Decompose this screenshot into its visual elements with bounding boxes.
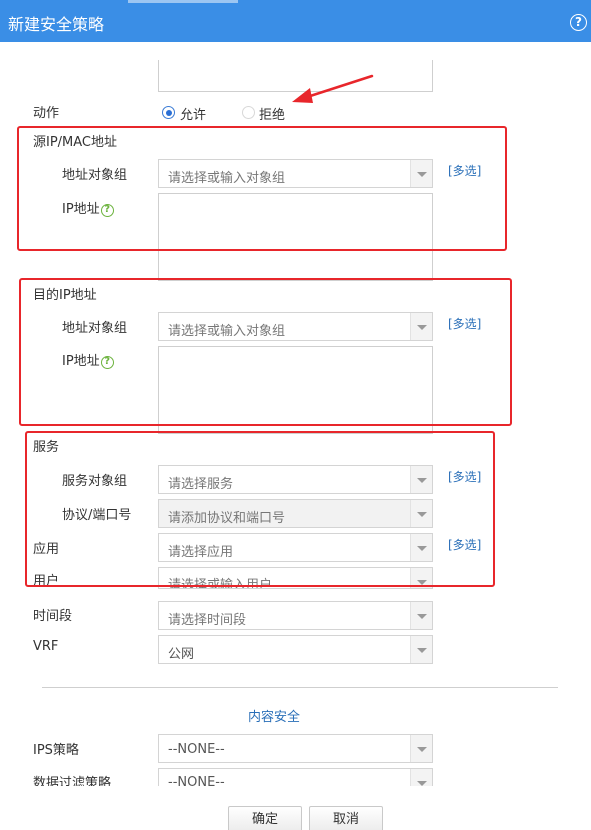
ips-policy-value: --NONE-- [168,742,225,757]
time-range-placeholder: 请选择时间段 [168,613,247,628]
section-divider [42,687,558,688]
chevron-down-icon[interactable] [410,735,432,762]
service-highlight-box [25,431,495,587]
annotation-arrow [292,74,374,103]
action-allow-radio[interactable] [162,106,175,119]
source-highlight-box [17,126,507,251]
vrf-label: VRF [33,639,59,654]
chevron-down-icon[interactable] [410,769,432,786]
action-deny-radio[interactable] [242,106,255,119]
time-range-select[interactable]: 请选择时间段 [158,601,433,630]
chevron-down-icon[interactable] [410,636,432,663]
action-allow-label[interactable]: 允许 [180,104,206,123]
action-label: 动作 [33,106,60,121]
title-bar-accent [128,0,238,3]
ok-button[interactable]: 确定 [228,806,302,830]
data-filter-policy-value: --NONE-- [168,775,225,786]
data-filter-policy-select[interactable]: --NONE-- [158,768,433,786]
destination-highlight-box [19,278,512,426]
ips-policy-label: IPS策略 [33,743,79,758]
content-security-heading: 内容安全 [248,710,301,725]
action-deny-label[interactable]: 拒绝 [259,104,285,123]
data-filter-policy-label: 数据过滤策略 [33,776,112,786]
chevron-down-icon[interactable] [410,602,432,629]
help-icon[interactable]: ? [570,14,587,31]
cancel-button[interactable]: 取消 [309,806,383,830]
vrf-select[interactable]: 公网 [158,635,433,664]
dialog-title: 新建安全策略 [8,15,105,34]
vrf-value: 公网 [168,647,195,662]
time-range-label: 时间段 [33,609,73,624]
ips-policy-select[interactable]: --NONE-- [158,734,433,763]
dialog-title-bar: 新建安全策略 ? [0,0,591,42]
